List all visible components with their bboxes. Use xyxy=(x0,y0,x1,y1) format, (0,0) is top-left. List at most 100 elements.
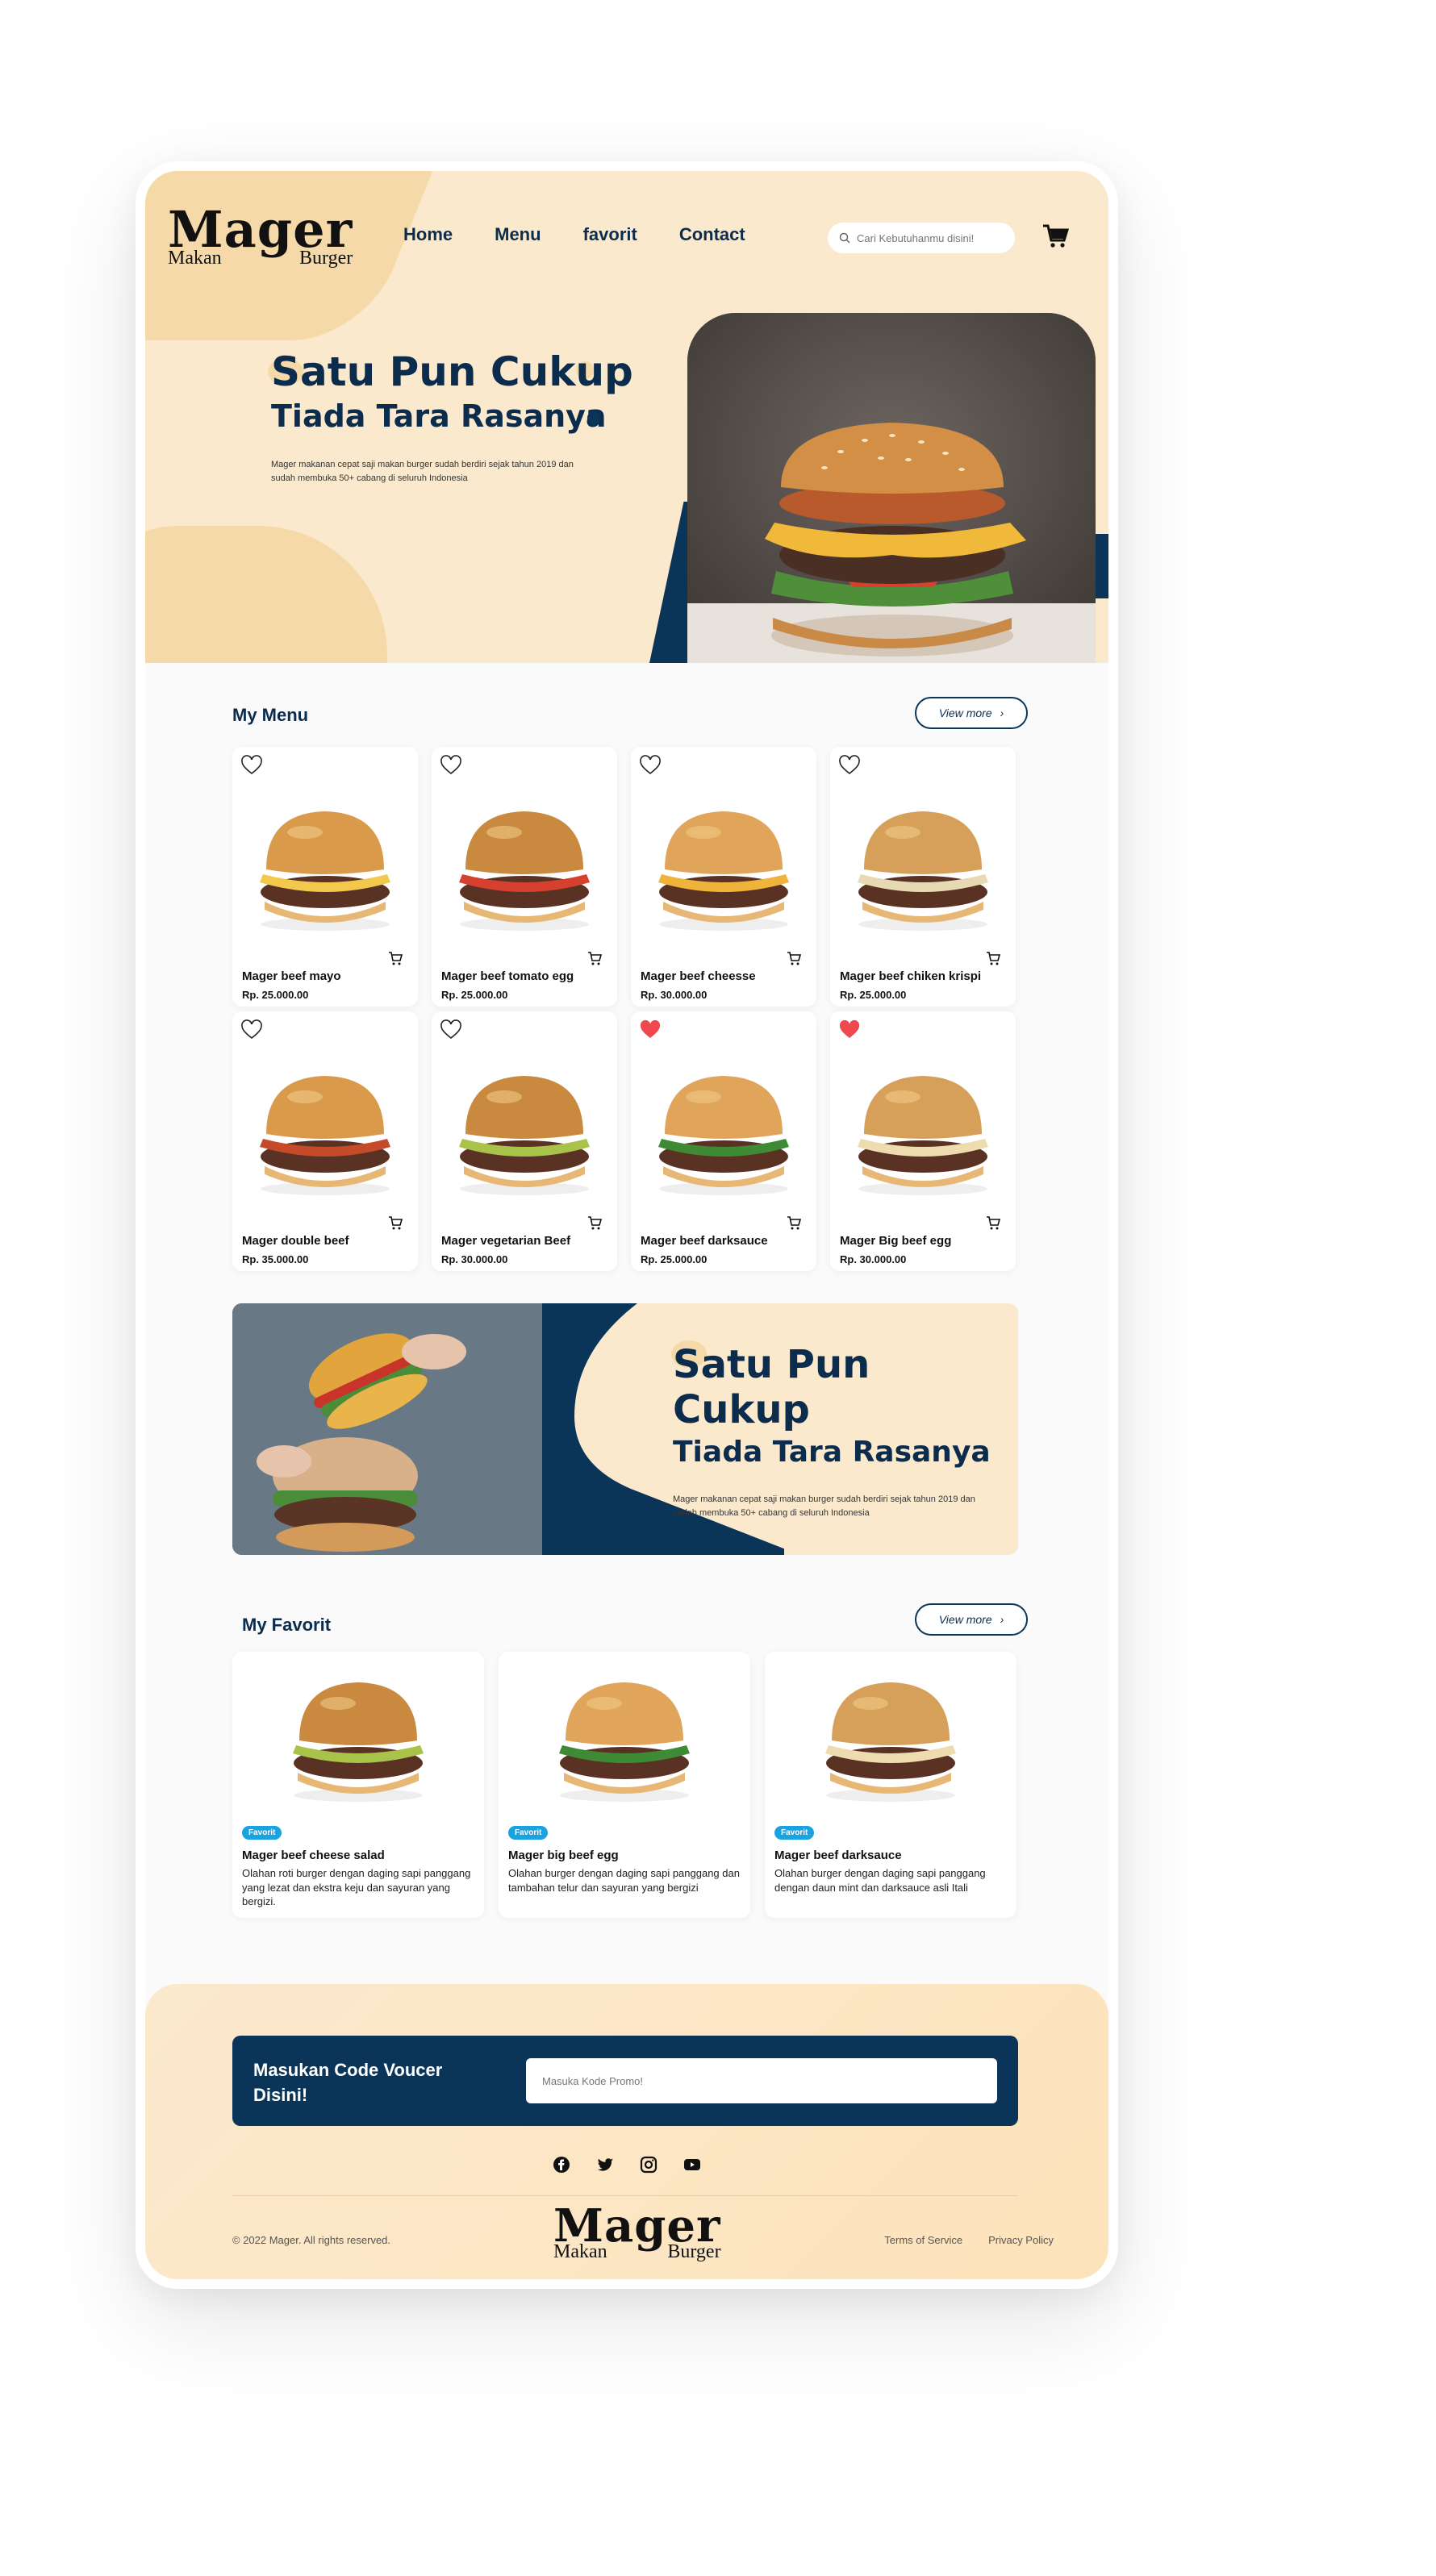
banner-title: Satu Pun Cukup xyxy=(673,1342,870,1432)
heart-icon[interactable] xyxy=(440,1019,462,1040)
favorit-item-description: Olahan roti burger dengan daging sapi pa… xyxy=(242,1867,471,1908)
social-links xyxy=(145,2155,1108,2174)
footer-links: Terms of Service Privacy Policy xyxy=(884,2234,1054,2246)
burger-image xyxy=(547,1666,702,1803)
voucher-box: Masukan Code Voucer Disini! xyxy=(232,2036,1018,2126)
favorit-item-description: Olahan burger dengan daging sapi panggan… xyxy=(508,1867,740,1894)
heart-icon[interactable] xyxy=(240,755,263,776)
menu-item-name: Mager beef tomato egg xyxy=(441,969,574,983)
menu-section-title: My Menu xyxy=(232,705,309,725)
banner-photo xyxy=(232,1303,542,1555)
search-input[interactable] xyxy=(857,231,1002,244)
menu-card[interactable]: Mager double beef Rp. 35.000.00 xyxy=(232,1011,418,1271)
facebook-icon[interactable] xyxy=(552,2155,571,2174)
view-more-label: View more xyxy=(938,707,992,719)
instagram-icon[interactable] xyxy=(639,2155,658,2174)
hero-text: Satu Pun Cukup Tiada Tara Rasanya Mager … xyxy=(271,348,633,485)
burger-image xyxy=(813,1666,968,1803)
menu-card[interactable]: Mager vegetarian Beef Rp. 30.000.00 xyxy=(432,1011,617,1271)
heart-filled-icon[interactable] xyxy=(639,1019,662,1040)
burger-image xyxy=(846,795,1000,932)
heart-icon[interactable] xyxy=(240,1019,263,1040)
menu-card[interactable]: Mager beef cheesse Rp. 30.000.00 xyxy=(631,747,816,1007)
banner-text: Satu Pun Cukup Tiada Tara Rasanya Mager … xyxy=(673,1342,1018,1519)
add-to-cart-icon[interactable] xyxy=(387,1215,403,1231)
brand-logo[interactable]: Mager Makan Burger xyxy=(168,205,353,269)
search-box[interactable] xyxy=(828,223,1015,253)
nav-favorit[interactable]: favorit xyxy=(583,224,637,245)
menu-item-price: Rp. 25.000.00 xyxy=(641,1253,708,1265)
banner-subtitle: Tiada Tara Rasanya xyxy=(673,1436,991,1469)
burger-image xyxy=(846,1060,1000,1197)
favorit-card[interactable]: Favorit Mager beef cheese salad Olahan r… xyxy=(232,1652,484,1918)
terms-link[interactable]: Terms of Service xyxy=(884,2234,962,2246)
privacy-link[interactable]: Privacy Policy xyxy=(988,2234,1054,2246)
favorit-view-more-button[interactable]: View more › xyxy=(915,1603,1028,1636)
logo-sub-right: Burger xyxy=(299,248,353,269)
menu-item-price: Rp. 30.000.00 xyxy=(641,989,708,1001)
menu-card[interactable]: Mager Big beef egg Rp. 30.000.00 xyxy=(830,1011,1016,1271)
copyright: © 2022 Mager. All rights reserved. xyxy=(232,2234,391,2246)
menu-card[interactable]: Mager beef chiken krispi Rp. 25.000.00 xyxy=(830,747,1016,1007)
menu-item-name: Mager beef mayo xyxy=(242,969,341,983)
logo-sub-left: Makan xyxy=(168,248,222,269)
add-to-cart-icon[interactable] xyxy=(587,950,603,966)
heart-icon[interactable] xyxy=(440,755,462,776)
hero-description: Mager makanan cepat saji makan burger su… xyxy=(271,460,574,483)
add-to-cart-icon[interactable] xyxy=(786,950,802,966)
menu-item-price: Rp. 30.000.00 xyxy=(441,1253,508,1265)
menu-item-price: Rp. 25.000.00 xyxy=(840,989,907,1001)
menu-card[interactable]: Mager beef tomato egg Rp. 25.000.00 xyxy=(432,747,617,1007)
menu-view-more-button[interactable]: View more › xyxy=(915,697,1028,729)
menu-item-name: Mager beef cheesse xyxy=(641,969,756,983)
burger-image xyxy=(248,795,402,932)
nav-contact[interactable]: Contact xyxy=(679,224,745,245)
search-icon xyxy=(839,232,850,244)
add-to-cart-icon[interactable] xyxy=(786,1215,802,1231)
heart-icon[interactable] xyxy=(639,755,662,776)
nav-menu[interactable]: Menu xyxy=(495,224,541,245)
promo-banner: Satu Pun Cukup Tiada Tara Rasanya Mager … xyxy=(232,1303,1018,1555)
menu-item-name: Mager beef darksauce xyxy=(641,1234,768,1248)
voucher-label: Masukan Code Voucer Disini! xyxy=(253,2060,443,2105)
menu-item-price: Rp. 30.000.00 xyxy=(840,1253,907,1265)
add-to-cart-icon[interactable] xyxy=(387,950,403,966)
chevron-right-icon: › xyxy=(1000,1613,1004,1626)
menu-item-price: Rp. 35.000.00 xyxy=(242,1253,309,1265)
favorit-card[interactable]: Favorit Mager big beef egg Olahan burger… xyxy=(499,1652,750,1918)
menu-item-name: Mager double beef xyxy=(242,1234,349,1248)
add-to-cart-icon[interactable] xyxy=(985,950,1001,966)
heart-icon[interactable] xyxy=(838,755,861,776)
logo-sub-right: Burger xyxy=(667,2241,721,2262)
hero-subtitle: Tiada Tara Rasanya xyxy=(271,398,607,434)
favorit-badge: Favorit xyxy=(242,1826,282,1840)
favorit-item-description: Olahan burger dengan daging sapi panggan… xyxy=(774,1867,986,1894)
add-to-cart-icon[interactable] xyxy=(587,1215,603,1231)
burger-image xyxy=(281,1666,436,1803)
burger-image xyxy=(647,1060,800,1197)
heart-filled-icon[interactable] xyxy=(838,1019,861,1040)
main-nav: Home Menu favorit Contact xyxy=(403,224,745,245)
nav-home[interactable]: Home xyxy=(403,224,453,245)
app-frame: Mager Makan Burger Home Menu favorit Con… xyxy=(136,161,1118,2289)
favorit-badge: Favorit xyxy=(774,1826,815,1840)
footer-logo[interactable]: Mager Makan Burger xyxy=(553,2203,721,2261)
add-to-cart-icon[interactable] xyxy=(985,1215,1001,1231)
favorit-card[interactable]: Favorit Mager beef darksauce Olahan burg… xyxy=(765,1652,1016,1918)
favorit-badge: Favorit xyxy=(508,1826,549,1840)
voucher-input[interactable] xyxy=(526,2058,997,2103)
logo-sub-left: Makan xyxy=(553,2241,607,2262)
cart-icon[interactable] xyxy=(1041,221,1070,250)
menu-card[interactable]: Mager beef darksauce Rp. 25.000.00 xyxy=(631,1011,816,1271)
burger-image xyxy=(448,1060,601,1197)
burger-image xyxy=(448,795,601,932)
menu-card[interactable]: Mager beef mayo Rp. 25.000.00 xyxy=(232,747,418,1007)
favorit-item-name: Mager big beef egg xyxy=(508,1849,619,1862)
hero-section: Mager Makan Burger Home Menu favorit Con… xyxy=(145,171,1108,663)
youtube-icon[interactable] xyxy=(683,2155,702,2174)
view-more-label: View more xyxy=(938,1613,992,1626)
hero-burger-photo xyxy=(687,313,1096,663)
menu-item-name: Mager Big beef egg xyxy=(840,1234,952,1248)
twitter-icon[interactable] xyxy=(595,2155,615,2174)
menu-item-price: Rp. 25.000.00 xyxy=(441,989,508,1001)
